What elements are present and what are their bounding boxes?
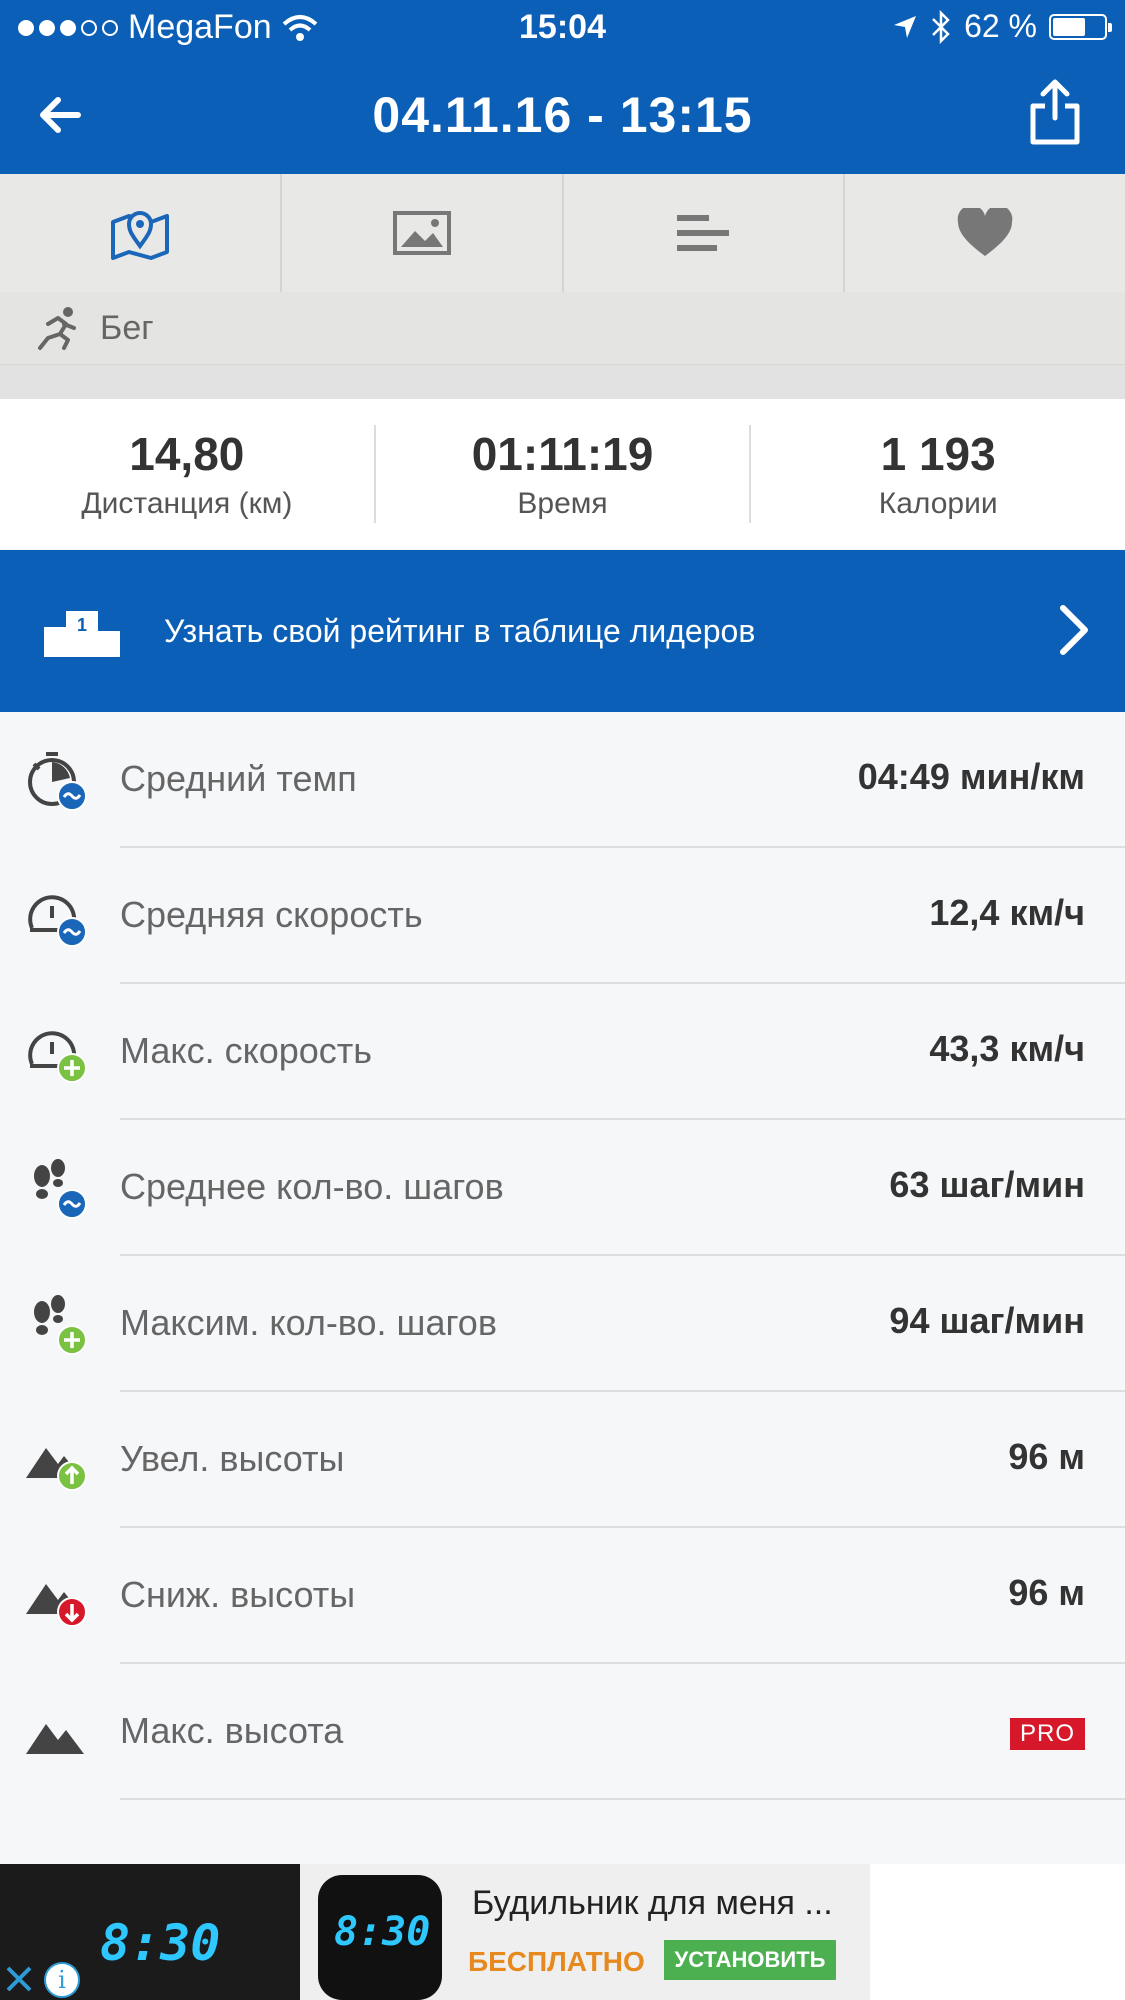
stat-label: Макс. скорость [120, 1030, 373, 1071]
ad-banner-blank [870, 1864, 1125, 2000]
tab-heart-rate[interactable] [845, 174, 1125, 292]
battery-icon [1049, 13, 1112, 40]
tab-photos[interactable] [282, 174, 564, 292]
stat-label: Средняя скорость [120, 894, 423, 935]
summary-label: Дистанция (км) [81, 487, 293, 520]
summary-calories: 1 193 Калории [751, 425, 1125, 523]
ad-app-icon[interactable]: 8:30 [318, 1875, 442, 2000]
share-icon[interactable] [1025, 78, 1085, 148]
elevation-gain-icon [26, 1448, 87, 1491]
nav-bar: 04.11.16 - 13:15 [0, 56, 1125, 174]
ad-icon-clock: 8:30 [334, 1909, 431, 1955]
stat-row-avg-speed[interactable]: Средняя скорость 12,4 км/ч [0, 848, 1125, 984]
status-right: 62 % [892, 8, 1112, 45]
ad-title[interactable]: Будильник для меня ... [472, 1884, 833, 1923]
battery-percent: 62 % [964, 8, 1037, 44]
heart-icon [957, 208, 1013, 256]
summary-label: Время [517, 487, 608, 520]
stat-label: Максим. кол-во. шагов [120, 1302, 497, 1343]
leaderboard-banner-text: Узнать свой рейтинг в таблице лидеров [164, 612, 756, 649]
summary-time: 01:11:19 Время [376, 425, 752, 523]
map-pin-icon [110, 211, 169, 260]
stat-value: 43,3 км/ч [929, 1028, 1085, 1069]
stat-label: Увел. высоты [120, 1438, 345, 1479]
speedometer-avg-icon [28, 895, 87, 947]
stat-label: Сниж. высоты [120, 1574, 356, 1615]
tab-map[interactable] [0, 174, 282, 292]
page-title: 04.11.16 - 13:15 [372, 87, 753, 143]
stat-row-elevation-loss[interactable]: Сниж. высоты 96 м [0, 1528, 1125, 1664]
stat-value: 12,4 км/ч [929, 892, 1085, 933]
stat-row-elevation-gain[interactable]: Увел. высоты 96 м [0, 1392, 1125, 1528]
footsteps-avg-icon [34, 1159, 87, 1219]
stat-row-max-speed[interactable]: Макс. скорость 43,3 км/ч [0, 984, 1125, 1120]
mountain-icon [26, 1724, 84, 1754]
tab-splits[interactable] [564, 174, 846, 292]
stat-row-avg-pace[interactable]: Средний темп 04:49 мин/км [0, 712, 1125, 848]
summary-distance: 14,80 Дистанция (км) [0, 425, 376, 523]
footsteps-max-icon [34, 1295, 87, 1355]
podium-icon: 1 [44, 611, 120, 657]
section-gap [0, 365, 1125, 399]
stat-row-avg-cadence[interactable]: Среднее кол-во. шагов 63 шаг/мин [0, 1120, 1125, 1256]
stat-value: 63 шаг/мин [889, 1164, 1085, 1205]
running-icon [38, 307, 76, 350]
stat-label: Макс. высота [120, 1710, 344, 1751]
chevron-right-icon [1060, 605, 1088, 655]
stat-value: 96 м [1008, 1572, 1085, 1613]
summary-value: 1 193 [880, 428, 996, 480]
stopwatch-avg-icon [28, 752, 87, 811]
stat-row-max-cadence[interactable]: Максим. кол-во. шагов 94 шаг/мин [0, 1256, 1125, 1392]
sport-type-label: Бег [100, 308, 154, 347]
podium-rank-digit: 1 [77, 615, 87, 635]
stat-label: Среднее кол-во. шагов [120, 1166, 504, 1207]
stat-label: Средний темп [120, 758, 357, 799]
summary-value: 14,80 [129, 428, 245, 480]
location-arrow-icon [894, 15, 917, 38]
bar-list-icon [677, 215, 730, 251]
summary-panel: 14,80 Дистанция (км) 01:11:19 Время 1 19… [0, 399, 1125, 549]
stat-value: 96 м [1008, 1436, 1085, 1477]
elevation-loss-icon [26, 1584, 87, 1627]
bluetooth-icon [932, 9, 950, 44]
pro-badge[interactable]: PRO [1009, 1718, 1085, 1750]
sport-type-row: Бег [0, 292, 1125, 365]
leaderboard-banner[interactable]: 1 Узнать свой рейтинг в таблице лидеров [0, 550, 1125, 712]
status-bar: MegaFon 15:04 62 % [0, 0, 1125, 56]
ad-install-button[interactable]: УСТАНОВИТЬ [664, 1940, 836, 1980]
ad-info-icon[interactable]: i [44, 1962, 80, 1998]
tab-bar [0, 174, 1125, 293]
stat-value: 94 шаг/мин [889, 1300, 1085, 1341]
ad-price: БЕСПЛАТНО [468, 1946, 645, 1977]
stat-row-max-elevation[interactable]: Макс. высота PRO [0, 1664, 1125, 1800]
stats-list: Средний темп 04:49 мин/км Средняя скорос… [0, 712, 1125, 1800]
ad-phone-clock: 8:30 [100, 1914, 221, 1972]
ad-close-icon[interactable] [2, 1962, 36, 1996]
stat-value: 04:49 мин/км [857, 756, 1085, 797]
photo-icon [392, 211, 451, 255]
summary-label: Калории [878, 487, 998, 520]
divider [120, 1798, 1125, 1800]
summary-value: 01:11:19 [471, 428, 654, 480]
speedometer-max-icon [28, 1031, 87, 1083]
